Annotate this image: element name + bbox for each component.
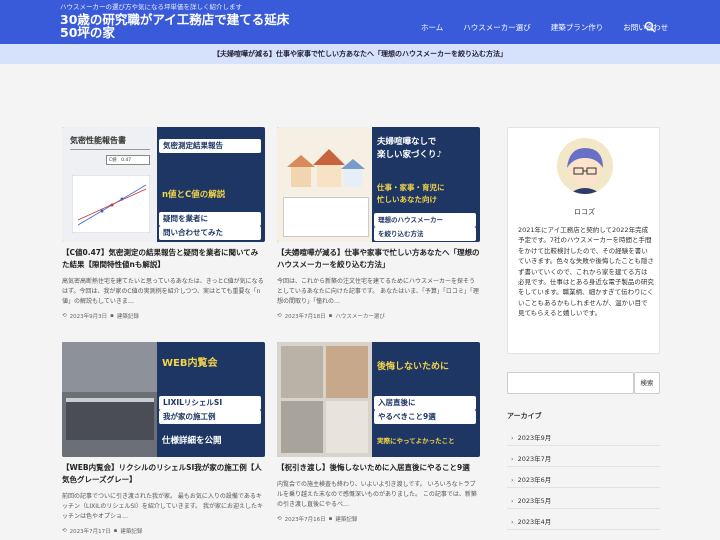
article-category[interactable]: 建築記録 (120, 527, 142, 535)
article-category[interactable]: ハウスメーカー選び (335, 312, 385, 320)
search-input[interactable] (507, 372, 634, 394)
site-title[interactable]: 30歳の研究職がアイ工務店で建てる延床50坪の家 (60, 13, 290, 39)
thumb-report-title: 気密性能報告書 (70, 136, 126, 145)
thumb-line-1: 後悔しないために (377, 362, 450, 372)
thumb-line-2: n値とC値の解説 (162, 190, 226, 200)
article-category[interactable]: 建築記録 (117, 312, 139, 320)
article-excerpt: 今回は、これから新築の注文住宅を建てるためにハウスメーカーを探そうとしているあな… (277, 278, 479, 305)
archive-item[interactable]: › 2023年6月 (507, 467, 660, 488)
article-meta: ⟲ 2023年7月17日 ▪ 建築記録 (62, 527, 265, 535)
chevron-right-icon: › (511, 497, 514, 505)
article-excerpt: 前回の記事でついに引き渡された我が家。 最もお気に入りの設備であるキッチン（LI… (62, 493, 264, 520)
thumb-c-value: C値 0.47 (106, 155, 150, 165)
thumb-line-3: やるべきこと9選 (374, 410, 476, 424)
archive-heading: アーカイブ (507, 412, 542, 420)
article-meta: ⟲ 2023年9月3日 ▪ 建築記録 (62, 312, 265, 320)
thumb-line-4: 忙しいあなた向け (377, 195, 437, 204)
thumb-graph (72, 175, 150, 233)
archive-item[interactable]: › 2023年7月 (507, 446, 660, 467)
thumb-line-1: WEB内覧会 (162, 358, 218, 369)
folder-icon: ▪ (110, 313, 114, 319)
clock-icon: ⟲ (62, 528, 67, 534)
article-thumbnail[interactable]: 夫婦喧嘩なしで 楽しい家づくり♪ 仕事・家事・育児に 忙しいあなた向け 理想のハ… (277, 127, 480, 242)
folder-icon: ▪ (328, 516, 333, 522)
thumb-line-3: 疑問を業者に (159, 212, 261, 226)
article-excerpt: 内覧会での施主検査も終わり、いよいよ引き渡しです。 いろいろなトラブルを乗り越え… (277, 481, 477, 508)
clock-icon: ⟲ (62, 313, 67, 319)
folder-icon: ▪ (328, 313, 333, 319)
article-thumbnail[interactable]: 気密性能報告書 C値 0.47 気密測定結果報告 n値とC値の解説 疑問を業者に… (62, 127, 265, 242)
folder-icon: ▪ (113, 528, 118, 534)
article-title[interactable]: 【WEB内覧会】リクシルのリシェルSI我が家の施工例【人気色グレーズグレー】 (62, 462, 265, 486)
article-date: 2023年7月17日 (69, 529, 111, 535)
avatar (557, 138, 613, 194)
thumb-line-2: 入居直後に (374, 396, 476, 410)
article-thumbnail[interactable]: WEB内覧会 LIXILリシェルSI 我が家の施工例 仕様詳細を公開 (62, 342, 265, 457)
article-date: 2023年9月3日 (69, 314, 108, 320)
thumb-line-4: 問い合わせてみた (159, 226, 261, 240)
archive-item[interactable]: › 2023年9月 (507, 425, 660, 446)
chevron-right-icon: › (511, 518, 514, 526)
article-excerpt: 高気密高断熱住宅を建てたいと思っているあなたは、きっとC値が気になるはず。今回は… (62, 278, 264, 305)
search-icon[interactable] (644, 21, 656, 33)
article-category[interactable]: 建築記録 (335, 515, 357, 523)
thumb-line-1: 気密測定結果報告 (159, 139, 261, 153)
profile-text: 2021年にアイ工務店と契約して2022年完成予定です。7社のハウスメーカーを時… (518, 226, 654, 318)
thumb-line-3: 我が家の施工例 (159, 410, 261, 424)
site-tagline: ハウスメーカーの選び方や気になる坪単価を詳しく紹介します (60, 3, 242, 11)
archive-item[interactable]: › 2023年5月 (507, 488, 660, 509)
article-title[interactable]: 【祝引き渡し】後悔しないために入居直後にやること9選 (277, 462, 480, 474)
profile-widget: ロコズ 2021年にアイ工務店と契約して2022年完成予定です。7社のハウスメー… (507, 127, 660, 354)
nav-home[interactable]: ホーム (421, 22, 443, 33)
article-meta: ⟲ 2023年7月16日 ▪ 建築記録 (277, 515, 480, 523)
thumb-line-2: 楽しい家づくり♪ (377, 150, 442, 160)
article-card[interactable]: WEB内覧会 LIXILリシェルSI 我が家の施工例 仕様詳細を公開 【WEB内… (62, 342, 265, 535)
thumb-line-3: 仕事・家事・育児に (377, 183, 445, 192)
notice-banner[interactable]: 【夫婦喧嘩が減る】仕事や家事で忙しい方あなたへ「理想のハウスメーカーを絞り込む方… (0, 44, 720, 64)
article-date: 2023年7月18日 (284, 314, 326, 320)
chevron-right-icon: › (511, 476, 514, 484)
thumb-line-6: を絞り込む方法 (374, 227, 476, 241)
thumb-line-5: 理想のハウスメーカー (374, 213, 476, 227)
article-title[interactable]: 【夫婦喧嘩が減る】仕事や家事で忙しい方あなたへ「理想のハウスメーカーを絞り込む方… (277, 247, 480, 271)
thumb-line-4: 仕様詳細を公開 (162, 436, 222, 446)
nav-plan[interactable]: 建築プラン作り (551, 22, 604, 33)
house-illustration (287, 149, 365, 187)
article-card[interactable]: 夫婦喧嘩なしで 楽しい家づくり♪ 仕事・家事・育児に 忙しいあなた向け 理想のハ… (277, 127, 480, 320)
chevron-right-icon: › (511, 434, 514, 442)
chevron-right-icon: › (511, 455, 514, 463)
archive-list: › 2023年9月 › 2023年7月 › 2023年6月 › 2023年5月 › 202… (507, 425, 660, 530)
article-meta: ⟲ 2023年7月18日 ▪ ハウスメーカー選び (277, 312, 480, 320)
nav-housemaker[interactable]: ハウスメーカー選び (463, 22, 531, 33)
thumb-line-1: 夫婦喧嘩なしで (377, 137, 437, 147)
profile-name: ロコズ (574, 208, 595, 216)
article-thumbnail[interactable]: 後悔しないために 入居直後に やるべきこと9選 実際にやってよかったこと (277, 342, 480, 457)
archive-item[interactable]: › 2023年4月 (507, 509, 660, 530)
clock-icon: ⟲ (277, 313, 282, 319)
thumb-line-2: LIXILリシェルSI (159, 396, 261, 410)
thumb-line-4: 実際にやってよかったこと (377, 437, 455, 445)
article-card[interactable]: 気密性能報告書 C値 0.47 気密測定結果報告 n値とC値の解説 疑問を業者に… (62, 127, 265, 320)
article-card[interactable]: 後悔しないために 入居直後に やるべきこと9選 実際にやってよかったこと 【祝引… (277, 342, 480, 523)
article-title[interactable]: 【C値0.47】気密測定の結果報告と疑問を業者に聞いてみた結果【隙間特性値nも解… (62, 247, 265, 271)
search-button[interactable]: 検索 (634, 372, 660, 394)
clock-icon: ⟲ (277, 516, 282, 522)
site-header: ハウスメーカーの選び方や気になる坪単価を詳しく紹介します 30歳の研究職がアイ工… (0, 0, 720, 44)
article-date: 2023年7月16日 (284, 517, 326, 523)
